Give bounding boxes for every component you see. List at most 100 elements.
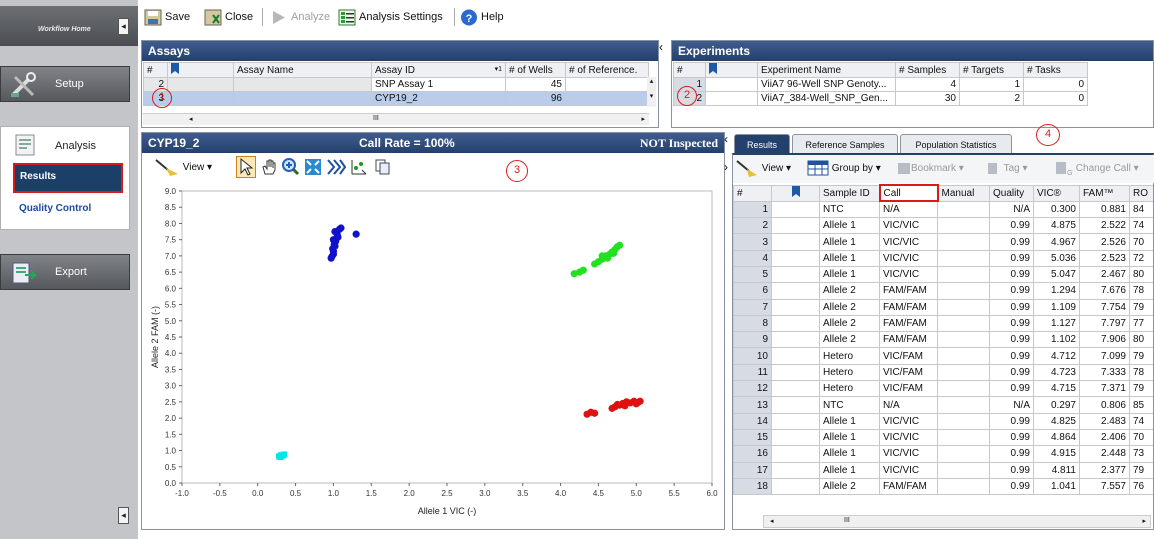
workflow-home-button[interactable]: Workflow Home ◂ [0,6,138,46]
bookmark-col-header[interactable] [771,184,820,202]
col-header[interactable]: Sample ID [819,184,880,202]
table-row[interactable]: 7 Allele 2 FAM/FAM 0.99 1.109 7.754 79 [733,298,1153,316]
table-row[interactable]: 2 ViiA7_384-Well_SNP_Gen... 30 2 0 [673,91,1088,106]
bookmark-cell[interactable] [167,91,234,106]
col-header[interactable]: # Tasks [1023,62,1088,78]
bookmark-cell[interactable] [771,445,820,463]
col-header[interactable]: # Targets [959,62,1024,78]
analysis-settings-button[interactable]: Analysis Settings [338,8,443,26]
col-header[interactable]: Quality [989,184,1034,202]
table-row[interactable]: 8 Allele 2 FAM/FAM 0.99 1.127 7.797 77 [733,314,1153,333]
col-header[interactable]: # of Reference. [565,62,649,78]
col-header[interactable]: # Samples [895,62,960,78]
bookmark-cell[interactable] [705,77,758,92]
change-call-menu[interactable]: GT Change Call ▾ [1055,159,1139,179]
bookmark-cell[interactable] [167,77,234,92]
help-button[interactable]: ? Help [460,8,504,26]
scroll-thumb-grip[interactable]: III [373,115,379,122]
table-row[interactable]: 4 Allele 1 VIC/VIC 0.99 5.036 2.523 72 [733,249,1153,267]
assays-hscroll[interactable]: ◂ III ▸ [143,113,649,125]
bookmark-cell[interactable] [771,412,820,430]
table-row[interactable]: 11 Hetero VIC/FAM 0.99 4.723 7.333 78 [733,363,1153,382]
col-header[interactable]: Assay Name [233,62,372,78]
fit-to-window-icon[interactable] [304,158,322,176]
pan-hand-icon[interactable] [260,158,278,176]
col-header[interactable]: # [143,62,168,78]
bookmark-cell[interactable] [771,428,820,447]
assays-vscroll[interactable]: ▴ ▾ [647,77,656,107]
bookmark-cell[interactable] [771,347,820,365]
bookmark-menu[interactable]: Bookmark ▾ [897,159,964,179]
bookmark-cell[interactable] [771,396,820,414]
table-row[interactable]: 1 ViiA7 96-Well SNP Genoty... 4 1 0 [673,77,1088,92]
tab-results[interactable]: Results [734,134,790,154]
scroll-thumb-grip[interactable]: III [844,517,850,524]
tag-menu[interactable]: Tag ▾ [987,159,1028,179]
copy-icon[interactable] [374,158,392,176]
expand-results-icon[interactable]: › [724,160,732,180]
col-header[interactable]: FAM™ [1079,184,1130,202]
plot-view-menu[interactable]: View ▾ [154,157,212,179]
select-tool-button[interactable] [236,156,256,178]
arrows-icon[interactable] [326,158,346,176]
call-col-header[interactable]: Call [878,184,939,203]
save-button[interactable]: Save [144,8,190,26]
close-button[interactable]: Close [204,8,253,26]
bookmark-cell[interactable] [771,314,820,333]
table-row[interactable]: 3 Allele 1 VIC/VIC 0.99 4.967 2.526 70 [733,233,1153,251]
col-header[interactable]: Manual [937,184,990,202]
tab-population-statistics[interactable]: Population Statistics [900,134,1012,154]
zoom-in-icon[interactable] [282,158,300,176]
bookmark-cell[interactable] [705,91,758,106]
bookmark-cell[interactable] [771,249,820,267]
quality-control-link[interactable]: Quality Control [19,203,91,214]
scatter-select-icon[interactable] [350,158,368,176]
bookmark-cell[interactable] [771,233,820,251]
col-header[interactable]: # of Wells [505,62,566,78]
bookmark-cell[interactable] [771,380,820,398]
scroll-right-icon[interactable]: ▸ [641,115,645,123]
scroll-left-icon[interactable]: ◂ [770,517,774,525]
table-row[interactable]: 5 Allele 1 VIC/VIC 0.99 5.047 2.467 80 [733,265,1153,284]
table-row[interactable]: 12 Hetero VIC/FAM 0.99 4.715 7.371 79 [733,380,1153,398]
col-header[interactable]: # [733,184,772,202]
bookmark-cell[interactable] [771,200,820,219]
table-row[interactable]: 18 Allele 2 FAM/FAM 0.99 1.041 7.557 76 [733,477,1153,496]
scatter-plot[interactable]: -1.0 -0.5 0.0 0.5 1.0 1.5 2.0 2.5 3.0 3.5 4.0 4.5 5.… [144,181,722,525]
results-nav-button[interactable]: Results [13,163,123,193]
group-by-menu[interactable]: Group by ▾ [807,159,881,179]
table-row[interactable]: 2 SNP Assay 1 45 [143,77,649,92]
bookmark-cell[interactable] [771,217,820,235]
col-header[interactable]: Assay ID ▾1 [371,62,506,78]
analyze-button[interactable]: Analyze [270,8,330,26]
table-row[interactable]: 13 NTC N/A N/A 0.297 0.806 85 [733,396,1153,414]
collapse-assays-icon[interactable]: ‹ [659,40,669,62]
bookmark-col-header[interactable] [705,62,758,78]
bookmark-cell[interactable] [771,363,820,382]
bookmark-cell[interactable] [771,298,820,316]
collapse-sidebar-button[interactable]: ◂ [118,18,129,35]
scroll-right-icon[interactable]: ▸ [1142,517,1146,525]
table-row[interactable]: 14 Allele 1 VIC/VIC 0.99 4.825 2.483 74 [733,412,1153,430]
results-view-menu[interactable]: View ▾ [735,159,791,179]
expand-sidebar-button[interactable]: ◂ [118,507,129,524]
table-row[interactable]: 10 Hetero VIC/FAM 0.99 4.712 7.099 79 [733,347,1153,365]
tab-reference-samples[interactable]: Reference Samples [792,134,898,154]
table-row[interactable]: 16 Allele 1 VIC/VIC 0.99 4.915 2.448 73 [733,445,1153,463]
table-row[interactable]: 6 Allele 2 FAM/FAM 0.99 1.294 7.676 78 [733,282,1153,300]
table-row[interactable]: 9 Allele 2 FAM/FAM 0.99 1.102 7.906 80 [733,331,1153,349]
table-row[interactable]: 3 CYP19_2 96 [143,91,649,106]
table-row[interactable]: 15 Allele 1 VIC/VIC 0.99 4.864 2.406 70 [733,428,1153,447]
table-row[interactable]: 17 Allele 1 VIC/VIC 0.99 4.811 2.377 79 [733,461,1153,479]
bookmark-cell[interactable] [771,461,820,479]
bookmark-cell[interactable] [771,331,820,349]
scroll-left-icon[interactable]: ◂ [189,115,193,123]
bookmark-cell[interactable] [771,477,820,496]
col-header[interactable]: VIC® [1033,184,1080,202]
col-header[interactable]: Experiment Name [757,62,896,78]
collapse-plot-icon[interactable]: ‹ [724,132,732,152]
results-hscroll[interactable]: ◂ III ▸ [763,515,1151,528]
col-header[interactable]: # [673,62,706,78]
table-row[interactable]: 1 NTC N/A N/A 0.300 0.881 84 [733,200,1153,219]
setup-button[interactable]: Setup [0,66,130,102]
